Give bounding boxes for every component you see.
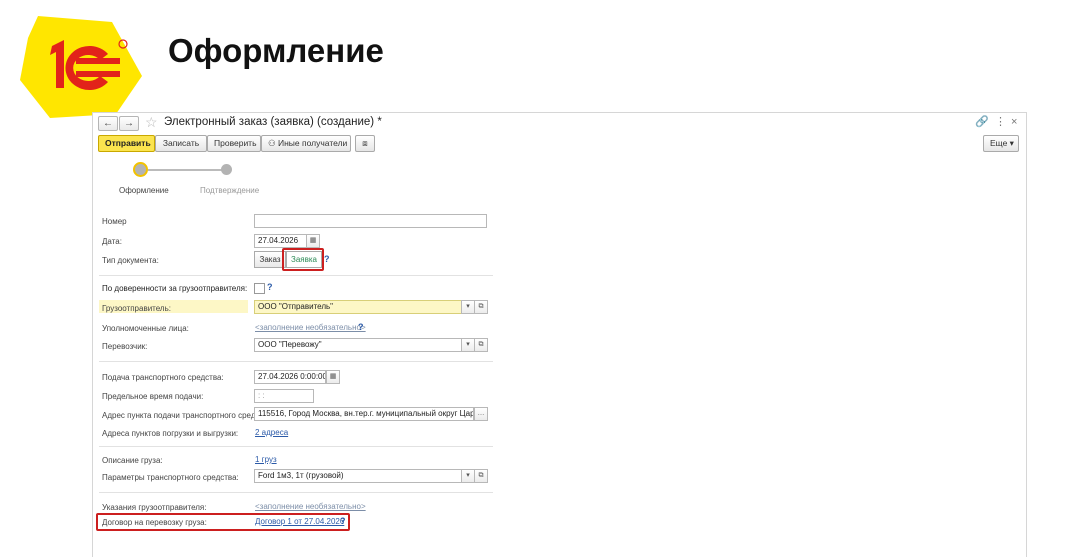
save-button[interactable]: Записать: [155, 135, 207, 152]
open-icon[interactable]: ⧉: [474, 338, 488, 352]
dropdown-icon[interactable]: ▾: [461, 300, 475, 314]
open-icon[interactable]: ⧉: [474, 300, 488, 314]
date-label: Дата:: [102, 237, 122, 246]
deadline-label: Предельное время подачи:: [102, 392, 204, 401]
divider: [99, 275, 493, 276]
other-recipients-label: Иные получатели: [278, 138, 348, 148]
shipper-label: Грузоотправитель:: [102, 304, 171, 313]
link-icon[interactable]: 🔗: [975, 116, 989, 128]
close-icon[interactable]: ×: [1011, 116, 1017, 128]
check-button[interactable]: Проверить: [207, 135, 261, 152]
arrow-right-icon: →: [124, 118, 134, 129]
window-title: Электронный заказ (заявка) (создание) *: [164, 116, 382, 128]
carrier-label: Перевозчик:: [102, 342, 148, 351]
authorized-label: Уполномоченные лица:: [102, 324, 189, 333]
menu-icon[interactable]: ⋮: [995, 116, 1006, 128]
by-proxy-label: По доверенности за грузоотправителя:: [102, 284, 248, 293]
deadline-field[interactable]: : :: [254, 389, 314, 403]
authorized-link[interactable]: <заполнение необязательно>: [255, 323, 366, 332]
vehicle-supply-field[interactable]: 27.04.2026 0:00:00: [254, 370, 326, 384]
vehicle-params-label: Параметры транспортного средства:: [102, 473, 239, 482]
instructions-link[interactable]: <заполнение необязательно>: [255, 502, 366, 511]
address-field[interactable]: 115516, Город Москва, вн.тер.г. муниципа…: [254, 407, 474, 421]
divider: [99, 492, 493, 493]
open-icon[interactable]: ⧉: [474, 469, 488, 483]
cargo-link[interactable]: 1 груз: [255, 455, 277, 464]
more-button[interactable]: Еще ▾: [983, 135, 1019, 152]
load-points-link[interactable]: 2 адреса: [255, 428, 288, 437]
toolbar: Отправить Записать Проверить ⚇ Иные полу…: [93, 135, 1026, 155]
help-icon[interactable]: ?: [324, 254, 330, 264]
vehicle-params-field[interactable]: Ford 1м3, 1т (грузовой): [254, 469, 462, 483]
help-icon[interactable]: ?: [267, 282, 273, 292]
progress-steps: Оформление Подтверждение: [93, 161, 293, 201]
help-icon[interactable]: ?: [358, 322, 364, 332]
step-label-design: Оформление: [119, 186, 169, 195]
step-dot-inactive[interactable]: [221, 164, 232, 175]
more-label: Еще: [990, 138, 1008, 148]
instructions-label: Указания грузоотправителя:: [102, 503, 207, 512]
calendar-icon[interactable]: ▦: [326, 370, 340, 384]
doc-type-label: Тип документа:: [102, 256, 159, 265]
shipper-field[interactable]: ООО "Отправитель": [254, 300, 462, 314]
step-label-confirm: Подтверждение: [200, 186, 260, 195]
number-label: Номер: [102, 217, 127, 226]
title-bar: ← → ☆ Электронный заказ (заявка) (создан…: [93, 113, 1026, 133]
back-button[interactable]: ←: [98, 116, 118, 131]
date-field[interactable]: 27.04.2026: [254, 234, 308, 248]
load-points-label: Адреса пунктов погрузки и выгрузки:: [102, 429, 239, 438]
dropdown-icon[interactable]: ▾: [461, 338, 475, 352]
chevron-down-icon: ▾: [1009, 138, 1014, 148]
ellipsis-icon[interactable]: …: [474, 407, 488, 421]
other-recipients-button[interactable]: ⚇ Иные получатели: [261, 135, 351, 152]
users-icon: ⚇: [268, 138, 276, 148]
contract-highlight: [96, 513, 350, 531]
document-window: ← → ☆ Электронный заказ (заявка) (создан…: [92, 112, 1027, 557]
attach-icon: ⧈: [362, 138, 368, 148]
divider: [99, 446, 493, 447]
carrier-field[interactable]: ООО "Перевожу": [254, 338, 462, 352]
address-label: Адрес пункта подачи транспортного средст…: [102, 411, 274, 420]
slide-title: Оформление: [168, 32, 384, 69]
vehicle-supply-label: Подача транспортного средства:: [102, 373, 224, 382]
number-field[interactable]: [254, 214, 487, 228]
step-connector: [148, 169, 228, 171]
cargo-label: Описание груза:: [102, 456, 163, 465]
calendar-icon[interactable]: ▦: [306, 234, 320, 248]
send-button[interactable]: Отправить: [98, 135, 155, 152]
1c-logo: [20, 16, 142, 118]
star-icon[interactable]: ☆: [145, 114, 158, 130]
divider: [99, 361, 493, 362]
forward-button[interactable]: →: [119, 116, 139, 131]
attach-button[interactable]: ⧈: [355, 135, 375, 152]
step-dot-active[interactable]: [133, 162, 148, 177]
doc-type-highlight: [282, 248, 324, 271]
dropdown-icon[interactable]: ▾: [461, 469, 475, 483]
arrow-left-icon: ←: [103, 118, 113, 129]
by-proxy-checkbox[interactable]: [254, 283, 265, 294]
